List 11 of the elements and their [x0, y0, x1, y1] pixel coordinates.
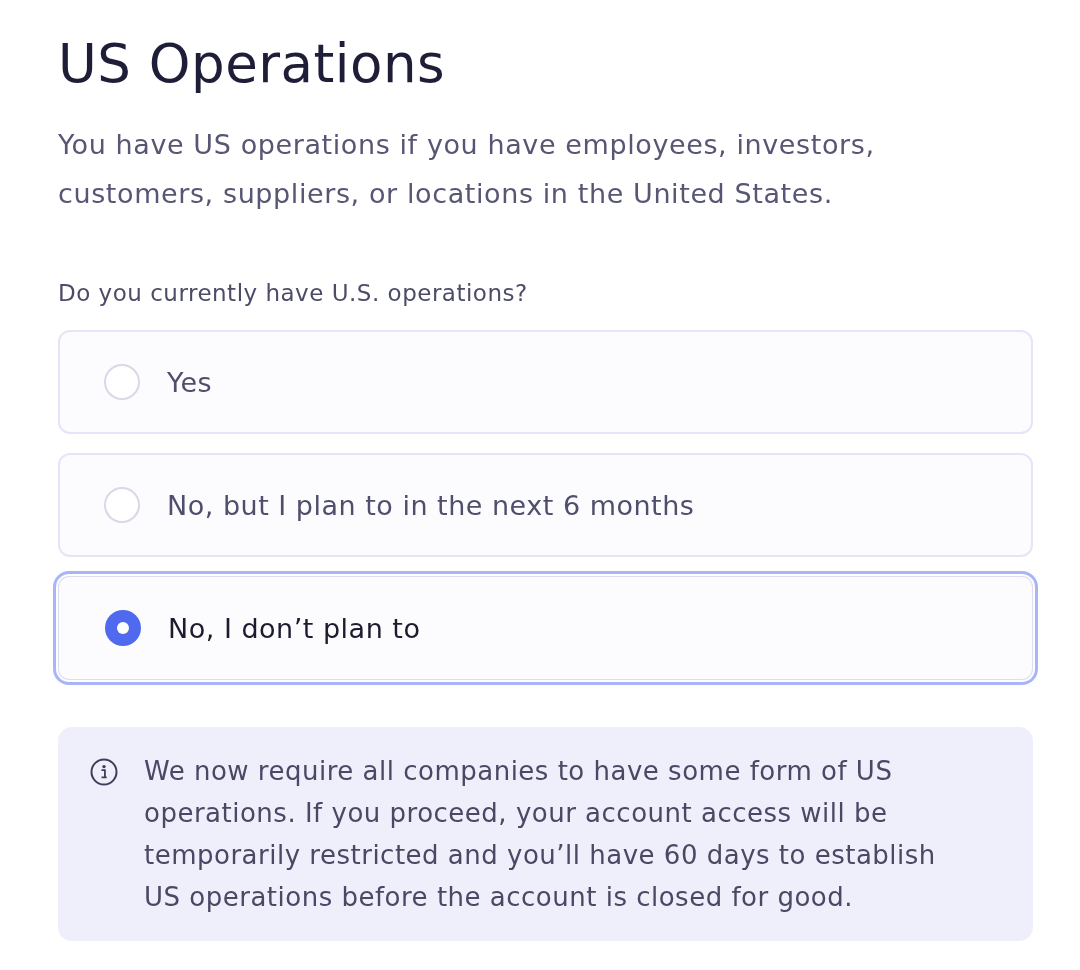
page-title: US Operations: [58, 32, 446, 96]
radio-selected-icon[interactable]: [105, 610, 141, 646]
radio-option[interactable]: No, but I plan to in the next 6 months: [58, 453, 1033, 557]
question-label: Do you currently have U.S. operations?: [58, 279, 528, 308]
info-icon: [90, 758, 118, 786]
radio-icon[interactable]: [104, 487, 140, 523]
description-text: You have US operations if you have employees, investors, customers, suppliers, or locations in the United States.: [58, 128, 876, 211]
radio-option[interactable]: Yes: [58, 330, 1033, 434]
radio-option[interactable]: No, I don’t plan to: [53, 571, 1038, 685]
notice-text: We now require all companies to have some form of US operations. If you proceed, your account access will be temporarily restricted and you’ll have 60 days to establish US operations before the account is closed for good.: [144, 755, 937, 914]
radio-icon[interactable]: [104, 364, 140, 400]
